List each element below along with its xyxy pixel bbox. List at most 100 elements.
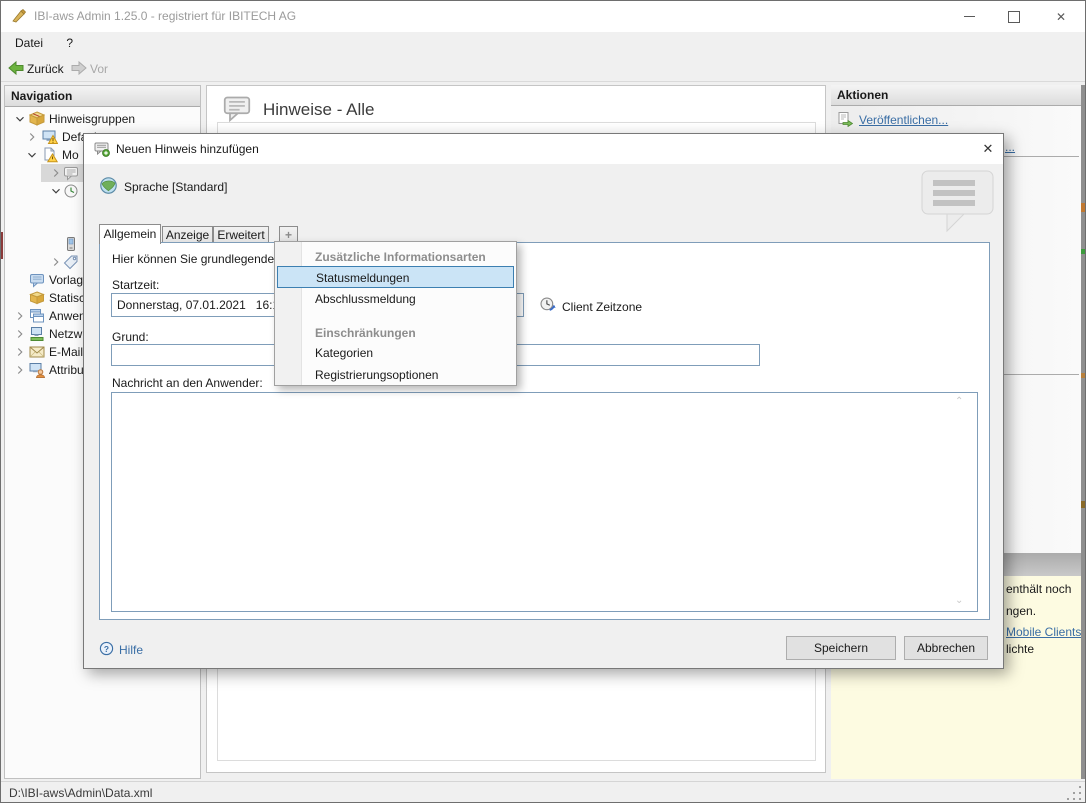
clock-icon bbox=[63, 183, 79, 199]
intro-text: Hier können Sie grundlegende Ei bbox=[112, 252, 288, 266]
informationsarten-menu: Zusätzliche InformationsartenStatusmeldu… bbox=[274, 241, 517, 386]
network-icon bbox=[29, 326, 45, 342]
title-bar: IBI-aws Admin 1.25.0 - registriert für I… bbox=[1, 1, 1085, 32]
status-bar: D:\IBI-aws\Admin\Data.xml bbox=[1, 781, 1085, 803]
right-scrollbar-strip[interactable] bbox=[1081, 85, 1086, 779]
phone-icon bbox=[63, 236, 79, 252]
tree-item-label: Vorlag bbox=[49, 273, 83, 287]
app-icon bbox=[11, 8, 27, 24]
add-hinweis-dialog: Neuen Hinweis hinzufügen ✕ Sprache [Stan… bbox=[83, 133, 1004, 669]
page-warning-icon bbox=[42, 147, 58, 163]
help-icon: ? bbox=[99, 641, 114, 656]
data-file-path: D:\IBI-aws\Admin\Data.xml bbox=[9, 786, 152, 800]
note-icon bbox=[63, 165, 79, 181]
app-window: IBI-aws Admin 1.25.0 - registriert für I… bbox=[0, 0, 1086, 803]
menu-header-einschr-nkungen: Einschränkungen bbox=[275, 324, 516, 342]
chevron-down-icon[interactable] bbox=[25, 148, 39, 162]
back-button[interactable]: Zurück bbox=[27, 61, 64, 77]
scrollbar-mark bbox=[1081, 249, 1086, 254]
hinweise-icon bbox=[221, 94, 253, 122]
help-link[interactable]: Hilfe bbox=[119, 643, 143, 657]
chevron-down-icon[interactable] bbox=[13, 112, 27, 126]
note-link-fragment[interactable]: Mobile Clients bbox=[1006, 625, 1081, 639]
note-text-fragment: enthält noch bbox=[1006, 582, 1071, 596]
scroll-up-icon[interactable]: ⌃ bbox=[955, 396, 963, 407]
toolbar: Zurück Vor bbox=[1, 56, 1085, 82]
window-title: IBI-aws Admin 1.25.0 - registriert für I… bbox=[34, 1, 296, 32]
svg-text:?: ? bbox=[104, 644, 109, 654]
scroll-down-icon[interactable]: ⌄ bbox=[955, 595, 963, 606]
message-textarea[interactable] bbox=[111, 392, 978, 612]
hidden-link-fragment[interactable]: ... bbox=[1005, 140, 1015, 154]
mail-icon bbox=[29, 344, 45, 360]
maximize-button[interactable] bbox=[994, 1, 1034, 32]
reason-label: Grund: bbox=[112, 330, 149, 344]
apps-icon bbox=[29, 308, 45, 324]
chevron-right-icon[interactable] bbox=[13, 309, 27, 323]
back-arrow-icon[interactable] bbox=[8, 60, 24, 76]
attributes-icon bbox=[29, 362, 45, 378]
chevron-right-icon[interactable] bbox=[25, 130, 39, 144]
note-text-fragment: ngen. bbox=[1006, 604, 1036, 618]
chevron-right-icon[interactable] bbox=[13, 345, 27, 359]
minimize-button[interactable] bbox=[949, 1, 989, 32]
tab-anzeige[interactable]: Anzeige bbox=[162, 226, 213, 243]
message-label: Nachricht an den Anwender: bbox=[112, 376, 263, 390]
menu-help[interactable]: ? bbox=[56, 32, 83, 56]
menu-item-kategorien[interactable]: Kategorien bbox=[275, 342, 516, 364]
tab-erweitert[interactable]: Erweitert bbox=[213, 226, 269, 243]
tree-item-label: Mo bbox=[62, 148, 79, 162]
tree-item-label: Hinweisgruppen bbox=[49, 112, 135, 126]
dialog-title-bar: Neuen Hinweis hinzufügen ✕ bbox=[84, 134, 1003, 164]
globe-icon bbox=[99, 176, 118, 195]
scrollbar-mark bbox=[1081, 501, 1086, 508]
chevron-right-icon[interactable] bbox=[13, 363, 27, 377]
start-time-label: Startzeit: bbox=[112, 278, 159, 292]
language-label: Sprache [Standard] bbox=[124, 180, 227, 194]
actions-header: Aktionen bbox=[831, 85, 1081, 106]
publish-link[interactable]: Veröffentlichen... bbox=[859, 113, 948, 127]
timezone-label: Client Zeitzone bbox=[562, 300, 642, 314]
menu-gap bbox=[275, 310, 516, 324]
package-icon bbox=[29, 111, 45, 127]
timezone-icon bbox=[539, 296, 557, 314]
tree-item-label: E-Mail bbox=[49, 345, 83, 359]
menu-item-abschlussmeldung[interactable]: Abschlussmeldung bbox=[275, 288, 516, 310]
static-box-icon bbox=[29, 290, 45, 306]
scrollbar-mark bbox=[1081, 373, 1086, 378]
left-edge-artifact bbox=[1, 232, 3, 259]
menu-item-registrierungsoptionen[interactable]: Registrierungsoptionen bbox=[275, 364, 516, 386]
scrollbar-mark bbox=[1081, 203, 1086, 212]
page-title: Hinweise - Alle bbox=[263, 100, 375, 120]
tree-item-label: Statisc bbox=[49, 291, 85, 305]
menu-item-statusmeldungen[interactable]: Statusmeldungen bbox=[277, 266, 514, 288]
note-text-fragment: lichte bbox=[1006, 642, 1034, 656]
chevron-down-icon[interactable] bbox=[49, 184, 63, 198]
monitor-warning-icon bbox=[42, 129, 58, 145]
close-button[interactable]: ✕ bbox=[1041, 1, 1081, 32]
add-note-icon bbox=[94, 141, 110, 157]
cancel-button[interactable]: Abbrechen bbox=[904, 636, 988, 660]
forward-arrow-icon bbox=[71, 60, 87, 76]
menu-header-zus-tzliche-informationsarten: Zusätzliche Informationsarten bbox=[275, 248, 516, 266]
chevron-right-icon[interactable] bbox=[49, 166, 63, 180]
tree-item-label: Anwen bbox=[49, 309, 86, 323]
chevron-right-icon[interactable] bbox=[13, 327, 27, 341]
save-button[interactable]: Speichern bbox=[786, 636, 896, 660]
template-icon bbox=[29, 272, 45, 288]
tab-allgemein[interactable]: Allgemein bbox=[99, 224, 161, 244]
tree-item-hinweisgruppen[interactable]: Hinweisgruppen bbox=[5, 110, 200, 128]
resize-grip[interactable] bbox=[1067, 786, 1083, 802]
menu-datei[interactable]: Datei bbox=[5, 32, 53, 56]
navigation-header: Navigation bbox=[5, 86, 200, 107]
tree-item-label: Netzw bbox=[49, 327, 82, 341]
chevron-right-icon[interactable] bbox=[49, 255, 63, 269]
forward-button: Vor bbox=[90, 61, 108, 77]
menu-bar: Datei ? bbox=[1, 32, 1085, 56]
tag-icon bbox=[63, 254, 79, 270]
tree-item-label: Attribu bbox=[49, 363, 84, 377]
watermark-bubble-icon bbox=[917, 168, 997, 236]
dialog-title: Neuen Hinweis hinzufügen bbox=[116, 134, 259, 164]
tab-content-panel: Hier können Sie grundlegende Ei Startzei… bbox=[99, 242, 990, 620]
dialog-close-icon[interactable]: ✕ bbox=[973, 134, 1003, 164]
